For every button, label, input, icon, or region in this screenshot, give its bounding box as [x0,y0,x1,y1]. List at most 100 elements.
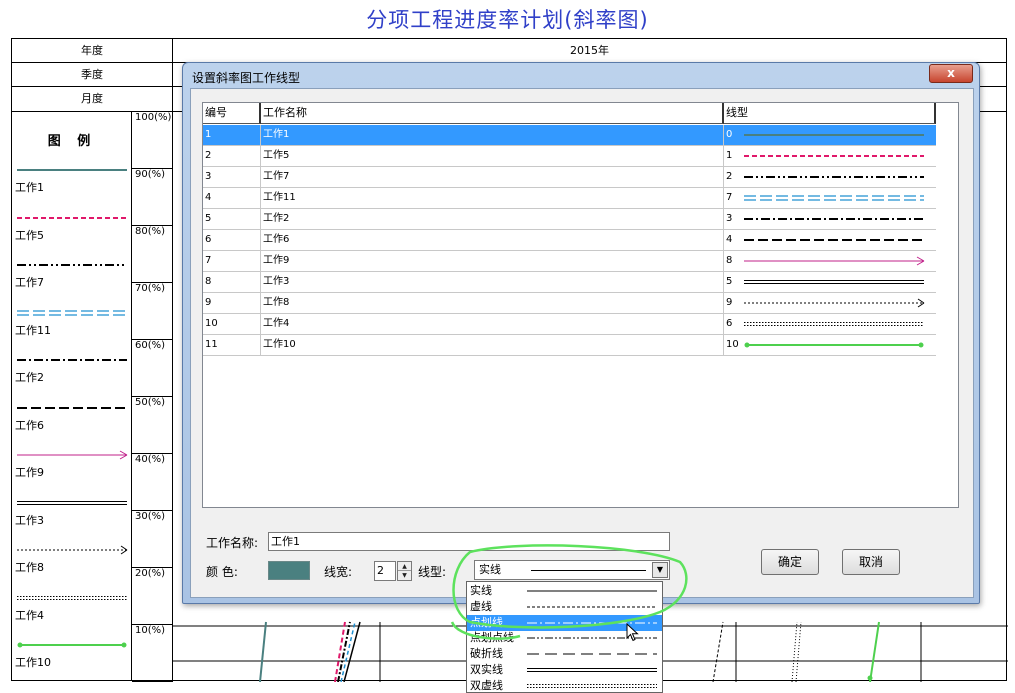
spin-down-icon[interactable]: ▼ [398,571,411,580]
line-width-input[interactable]: 2 [374,561,396,581]
percent-label: 70(%) [132,283,173,340]
page-title: 分项工程进度率计划(斜率图) [366,8,649,32]
cell-id: 2 [203,146,261,166]
line-width-spinner[interactable]: ▲ ▼ [397,561,412,581]
legend-line-sample [17,595,127,600]
dialog-title: 设置斜率图工作线型 [192,71,301,85]
table-row[interactable]: 5 工作2 3 [203,209,936,230]
linetype-preview [531,570,646,571]
col-header-name[interactable]: 工作名称 [261,103,724,124]
col-header-linetype[interactable]: 线型 [724,103,936,124]
legend-item: 工作7 [14,259,130,299]
cell-work-name: 工作5 [261,146,724,166]
close-button[interactable]: x [929,64,973,83]
legend-line-sample [17,500,127,505]
dropdown-option[interactable]: 破折线 [467,646,662,662]
col-header-id[interactable]: 编号 [203,103,261,124]
cell-id: 10 [203,314,261,334]
cell-id: 9 [203,293,261,313]
dropdown-option-sample [527,653,657,655]
linetype-sample [744,280,924,284]
dropdown-option[interactable]: 虚线 [467,599,662,615]
table-row[interactable]: 4 工作11 7 [203,188,936,209]
cell-work-name: 工作8 [261,293,724,313]
table-row[interactable]: 3 工作7 2 [203,167,936,188]
cell-work-name: 工作6 [261,230,724,250]
legend-line-sample [17,169,127,171]
cell-id: 3 [203,167,261,187]
legend-label: 工作11 [15,323,51,337]
cell-linetype-code: 3 [726,213,733,224]
linetype-sample [744,342,924,348]
legend-label: 工作9 [15,466,44,479]
table-row[interactable]: 10 工作4 6 [203,314,936,335]
legend-line-sample [17,450,128,460]
percent-label: 100(%) [132,112,173,169]
table-row[interactable]: 2 工作5 1 [203,146,936,167]
dropdown-option-sample [527,683,657,688]
percent-label: 10(%) [132,625,173,682]
linetype-label: 线型: [418,565,447,579]
legend-line-sample [17,309,127,316]
cell-id: 1 [203,125,261,145]
legend-title: 图 例 [47,134,97,149]
dropdown-option-sample [527,606,657,608]
linetype-sample [744,256,925,266]
month-label: 月度 [12,87,173,111]
cancel-button[interactable]: 取消 [842,549,900,575]
dropdown-option[interactable]: 双虚线 [467,678,662,693]
legend-item: 工作5 [14,212,130,252]
percent-label: 50(%) [132,397,173,454]
table-row[interactable]: 9 工作8 9 [203,293,936,314]
ok-button[interactable]: 确定 [761,549,819,575]
cell-id: 11 [203,335,261,355]
linetype-sample [744,218,924,220]
legend-line-sample [17,359,127,361]
legend-label: 工作3 [15,513,44,527]
work-name-input[interactable]: 工作1 [268,532,670,551]
linetype-selected-value: 实线 [479,563,501,576]
linetype-select[interactable]: 实线 ▼ [474,560,670,580]
legend-item: 工作6 [14,402,130,442]
dropdown-option-sample [527,668,657,672]
cell-linetype-code: 5 [726,276,733,287]
dropdown-option[interactable]: 实线 [467,583,662,599]
cell-work-name: 工作9 [261,251,724,271]
linetype-sample [744,298,925,308]
linetype-sample [744,195,924,201]
linetype-sample [744,322,924,326]
table-row[interactable]: 7 工作9 8 [203,251,936,272]
legend-item: 工作2 [14,354,130,394]
cell-id: 7 [203,251,261,271]
table-row[interactable]: 8 工作3 5 [203,272,936,293]
cell-linetype-code: 7 [726,192,733,203]
cell-linetype-code: 4 [726,234,733,245]
percent-label: 80(%) [132,226,173,283]
cell-linetype-code: 0 [726,129,733,140]
color-swatch[interactable] [268,561,310,580]
dropdown-option-label: 点划线 [470,615,503,629]
work-name-label: 工作名称: [206,536,259,550]
percent-label: 40(%) [132,454,173,511]
cell-linetype-code: 2 [726,171,733,182]
legend-line-sample [17,406,127,409]
legend-label: 工作1 [15,181,44,194]
linetype-sample [744,239,924,241]
spin-up-icon[interactable]: ▲ [398,562,411,571]
legend-item: 工作4 [14,592,130,632]
dropdown-option-label: 虚线 [470,599,492,613]
chevron-down-icon[interactable]: ▼ [652,562,668,578]
dropdown-option[interactable]: 双实线 [467,662,662,678]
cell-work-name: 工作10 [261,335,724,355]
legend-item: 工作9 [14,449,130,489]
linetype-sample [744,134,924,136]
legend-column: 图 例 工作1 工作5 工作7 工作11 工作2 工作6 工作9 工作3 工作8 工作4 工作10 [12,112,132,680]
line-width-label: 线宽: [324,565,353,579]
legend-line-sample [17,642,127,648]
table-row[interactable]: 6 工作6 4 [203,230,936,251]
dropdown-option-label: 双虚线 [470,678,503,692]
table-row[interactable]: 11 工作10 10 [203,335,936,356]
legend-line-sample [17,545,128,555]
table-row[interactable]: 1 工作1 0 [203,125,936,146]
legend-label: 工作8 [15,561,44,574]
